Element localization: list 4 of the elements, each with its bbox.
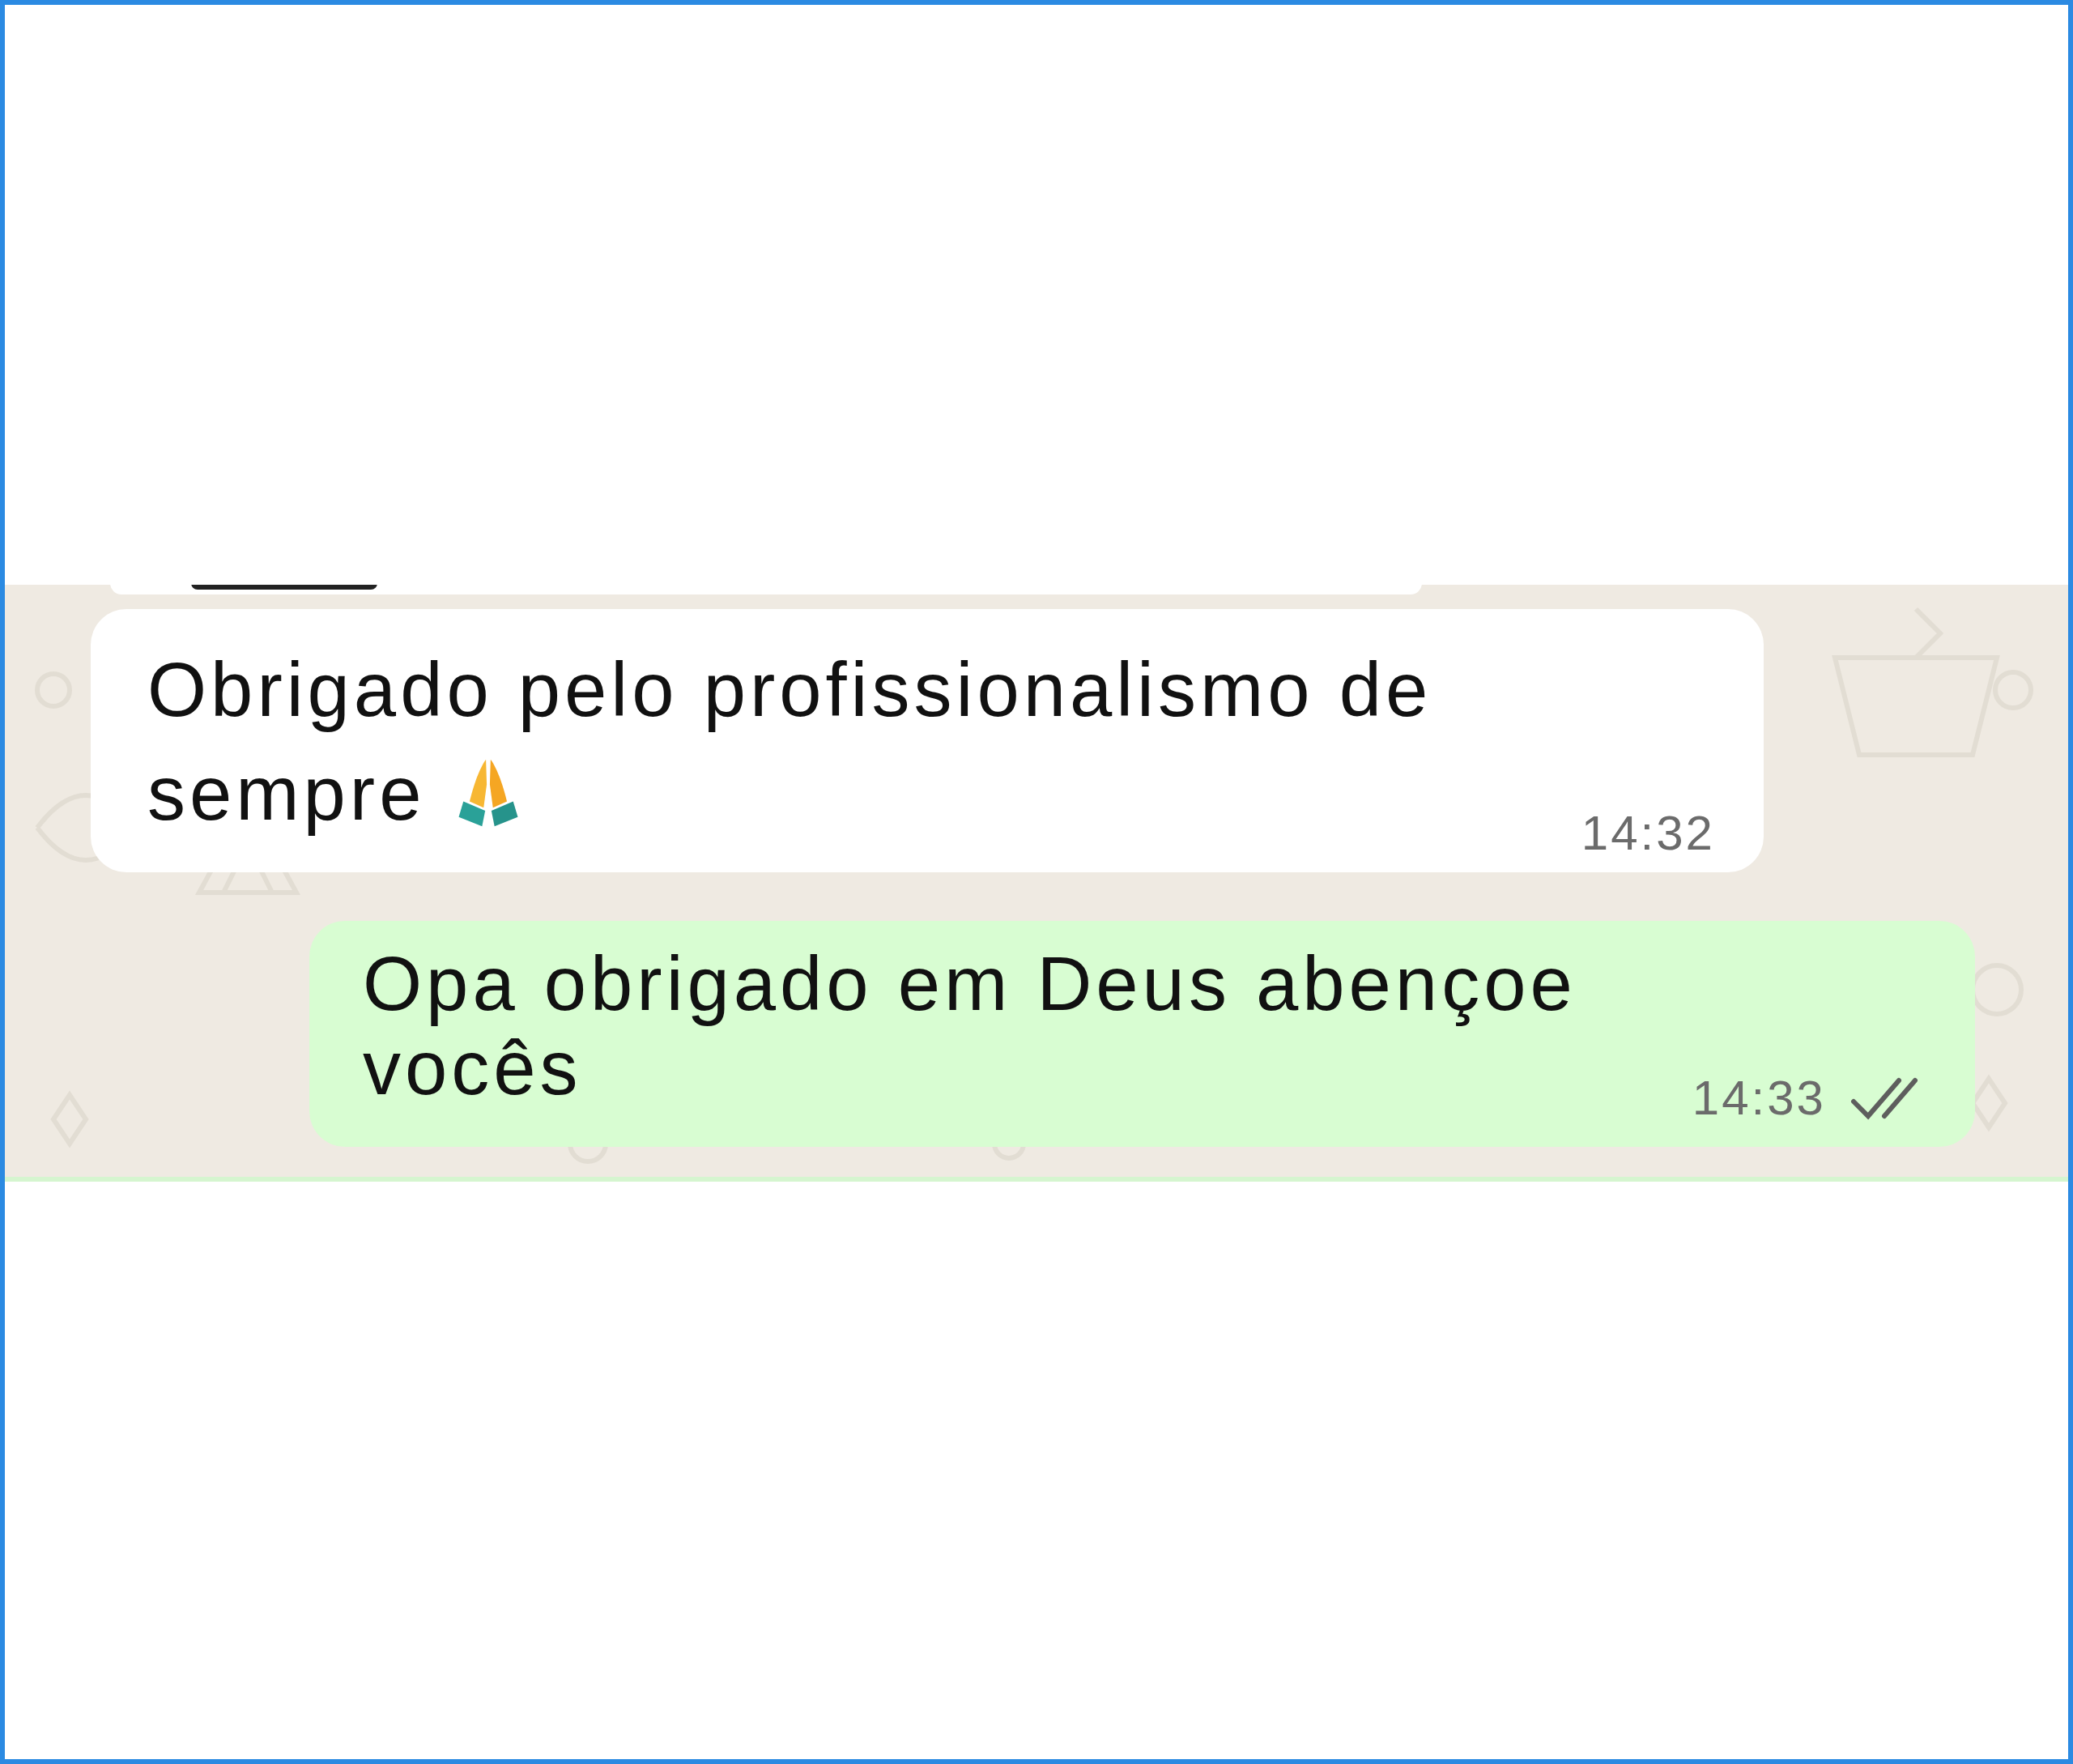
message-time: 14:32 [1581,805,1715,861]
message-text: Obrigado pelo profissionalismo de sempre [147,647,1432,836]
message-text: Opa obrigado em Deus abençoe vocês [363,941,1577,1110]
message-time: 14:33 [1692,1070,1826,1126]
